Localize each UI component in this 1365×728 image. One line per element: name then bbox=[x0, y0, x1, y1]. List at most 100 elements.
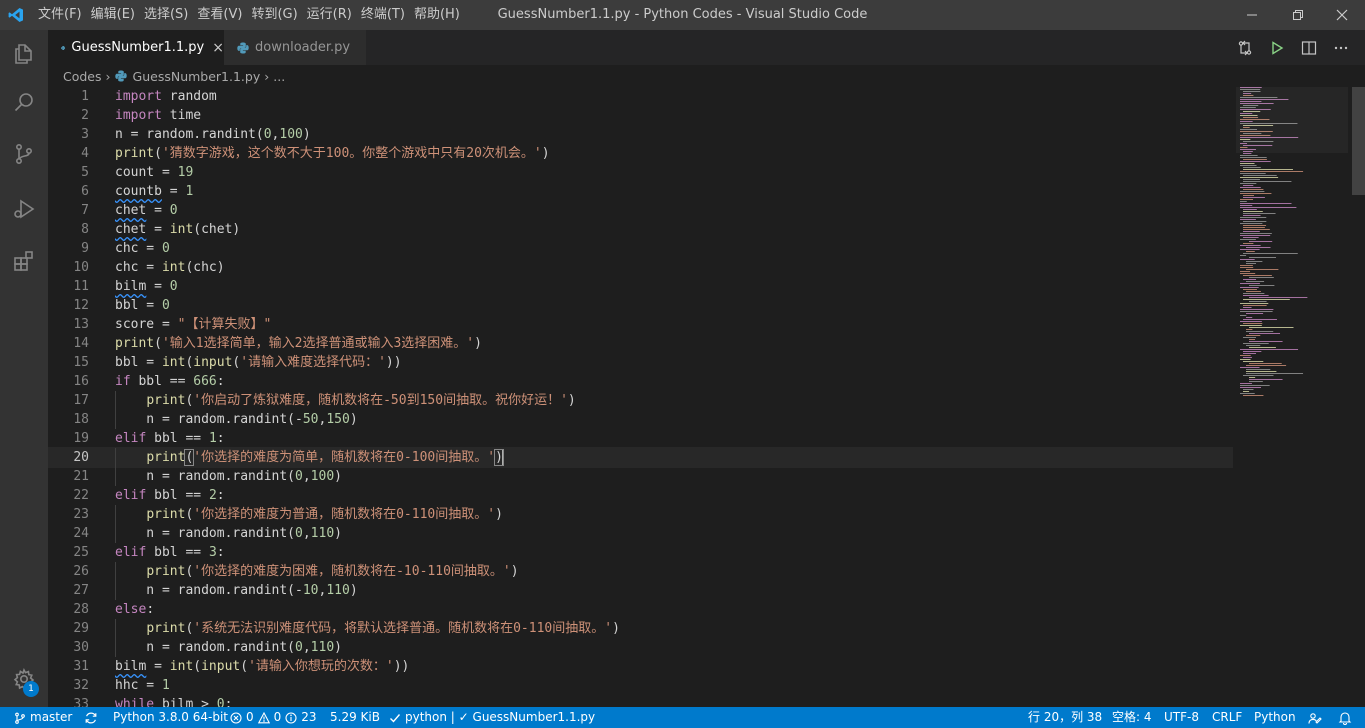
close-tab-icon[interactable]: × bbox=[212, 40, 224, 56]
minimap-line bbox=[1243, 225, 1267, 226]
tab-guessnumber[interactable]: GuessNumber1.1.py × bbox=[48, 30, 224, 65]
restore-button[interactable] bbox=[1275, 0, 1321, 30]
feedback-button[interactable] bbox=[1308, 707, 1326, 728]
python-file-icon bbox=[61, 45, 66, 50]
menu-item[interactable]: 文件(F) bbox=[34, 0, 86, 30]
code-line[interactable]: 16 if bbl == 666: bbox=[48, 372, 1233, 391]
code-line[interactable]: 9 chc = 0 bbox=[48, 239, 1233, 258]
minimap-line bbox=[1240, 271, 1251, 272]
python-interpreter-item[interactable]: Python 3.8.0 64-bit bbox=[113, 707, 228, 728]
menu-item[interactable]: 终端(T) bbox=[357, 0, 409, 30]
git-branch-item[interactable]: master bbox=[14, 707, 72, 728]
code-line[interactable]: 4 print('猜数字游戏，这个数不大于100。你整个游戏中只有20次机会。') bbox=[48, 144, 1233, 163]
minimap-line bbox=[1249, 327, 1294, 328]
run-debug-button[interactable] bbox=[0, 185, 48, 233]
minimap-line bbox=[1243, 153, 1252, 154]
minimap[interactable] bbox=[1236, 87, 1348, 707]
explorer-button[interactable] bbox=[0, 30, 48, 78]
code-line[interactable]: 18 n = random.randint(-50,150) bbox=[48, 410, 1233, 429]
eol-item[interactable]: CRLF bbox=[1212, 707, 1242, 728]
scrollbar-thumb[interactable] bbox=[1352, 87, 1365, 195]
encoding-item[interactable]: UTF-8 bbox=[1164, 707, 1199, 728]
code-line[interactable]: 14 print('输入1选择简单，输入2选择普通或输入3选择困难。') bbox=[48, 334, 1233, 353]
minimap-viewport[interactable] bbox=[1236, 87, 1348, 153]
breadcrumb-symbols[interactable]: ... bbox=[273, 69, 285, 84]
minimap-line bbox=[1249, 379, 1283, 380]
language-mode-item[interactable]: Python bbox=[1254, 707, 1296, 728]
source-control-button[interactable] bbox=[0, 130, 48, 178]
code-line[interactable]: 28 else: bbox=[48, 600, 1233, 619]
feedback-icon bbox=[1308, 712, 1322, 724]
code-line[interactable]: 12 bbl = 0 bbox=[48, 296, 1233, 315]
code-line[interactable]: 29 print('系统无法识别难度代码，将默认选择普通。随机数将在0-110间… bbox=[48, 619, 1233, 638]
code-line[interactable]: 2 import time bbox=[48, 106, 1233, 125]
menu-item[interactable]: 转到(G) bbox=[247, 0, 301, 30]
code-line[interactable]: 33 while bilm > 0: bbox=[48, 695, 1233, 707]
cursor-position-item[interactable]: 行 20，列 38 bbox=[1028, 707, 1102, 728]
minimap-line bbox=[1243, 211, 1263, 212]
code-line[interactable]: 30 n = random.randint(0,110) bbox=[48, 638, 1233, 657]
vscode-logo-icon bbox=[8, 8, 23, 22]
tab-downloader[interactable]: downloader.py bbox=[224, 30, 366, 65]
notifications-button[interactable] bbox=[1338, 707, 1356, 728]
close-window-button[interactable] bbox=[1319, 0, 1365, 30]
line-number: 9 bbox=[81, 241, 89, 256]
problems-item[interactable]: 0 0 23 bbox=[230, 707, 317, 728]
code-line[interactable]: 31 bilm = int(input('请输入你想玩的次数：')) bbox=[48, 657, 1233, 676]
line-number: 33 bbox=[73, 697, 89, 707]
minimap-line bbox=[1240, 309, 1274, 310]
search-button[interactable] bbox=[0, 78, 48, 126]
line-code: hhc = 1 bbox=[115, 678, 170, 693]
breadcrumb-file[interactable]: GuessNumber1.1.py bbox=[133, 69, 261, 84]
line-code: n = random.randint(-50,150) bbox=[115, 412, 358, 427]
linter-label: python | ✓ GuessNumber1.1.py bbox=[405, 710, 596, 724]
code-line[interactable]: 13 score = "【计算失败】" bbox=[48, 315, 1233, 334]
menu-item[interactable]: 查看(V) bbox=[193, 0, 246, 30]
code-line[interactable]: 8 chet = int(chet) bbox=[48, 220, 1233, 239]
menu-item[interactable]: 选择(S) bbox=[140, 0, 192, 30]
sync-button[interactable] bbox=[84, 707, 102, 728]
more-actions-button[interactable] bbox=[1331, 38, 1351, 58]
line-number: 6 bbox=[81, 184, 89, 199]
code-line[interactable]: 26 print('你选择的难度为困难，随机数将在-10-110间抽取。') bbox=[48, 562, 1233, 581]
code-line[interactable]: 24 n = random.randint(0,110) bbox=[48, 524, 1233, 543]
code-editor[interactable]: 1 import random 2 import time 3 n = random.ra… bbox=[48, 87, 1233, 707]
extensions-button[interactable] bbox=[0, 237, 48, 285]
split-editor-button[interactable] bbox=[1299, 38, 1319, 58]
code-line[interactable]: 15 bbl = int(input('请输入难度选择代码：')) bbox=[48, 353, 1233, 372]
code-line[interactable]: 5 count = 19 bbox=[48, 163, 1233, 182]
minimap-line bbox=[1240, 367, 1260, 368]
code-line[interactable]: 32 hhc = 1 bbox=[48, 676, 1233, 695]
code-line[interactable]: 1 import random bbox=[48, 87, 1233, 106]
menu-item[interactable]: 运行(R) bbox=[303, 0, 356, 30]
code-line[interactable]: 27 n = random.randint(-10,110) bbox=[48, 581, 1233, 600]
run-python-file-button[interactable] bbox=[1267, 38, 1287, 58]
code-line[interactable]: 7 chet = 0 bbox=[48, 201, 1233, 220]
menu-item[interactable]: 编辑(E) bbox=[87, 0, 139, 30]
code-line[interactable]: 6 countb = 1 bbox=[48, 182, 1233, 201]
breadcrumb-folder[interactable]: Codes bbox=[63, 69, 102, 84]
code-line[interactable]: 25 elif bbl == 3: bbox=[48, 543, 1233, 562]
minimap-line bbox=[1240, 283, 1260, 284]
code-line[interactable]: 10 chc = int(chc) bbox=[48, 258, 1233, 277]
manage-button[interactable]: 1 bbox=[0, 655, 48, 703]
open-changes-button[interactable] bbox=[1235, 38, 1255, 58]
minimap-line bbox=[1240, 255, 1247, 256]
warning-icon bbox=[257, 711, 270, 723]
linter-item[interactable]: python | ✓ GuessNumber1.1.py bbox=[389, 707, 595, 728]
code-line[interactable]: 23 print('你选择的难度为普通，随机数将在0-110间抽取。') bbox=[48, 505, 1233, 524]
code-line[interactable]: 17 print('你启动了炼狱难度，随机数将在-50到150间抽取。祝你好运！… bbox=[48, 391, 1233, 410]
code-line[interactable]: 3 n = random.randint(0,100) bbox=[48, 125, 1233, 144]
code-line[interactable]: 22 elif bbl == 2: bbox=[48, 486, 1233, 505]
indentation-item[interactable]: 空格: 4 bbox=[1112, 707, 1152, 728]
menu-item[interactable]: 帮助(H) bbox=[410, 0, 464, 30]
minimize-button[interactable] bbox=[1229, 0, 1275, 30]
code-line[interactable]: 21 n = random.randint(0,100) bbox=[48, 467, 1233, 486]
code-line[interactable]: 11 bilm = 0 bbox=[48, 277, 1233, 296]
activity-bar: 1 bbox=[0, 30, 48, 707]
minimap-line bbox=[1240, 223, 1263, 224]
code-line[interactable]: 20 print('你选择的难度为简单，随机数将在0-100间抽取。') bbox=[48, 447, 1233, 468]
info-count: 23 bbox=[301, 710, 317, 724]
code-line[interactable]: 19 elif bbl == 1: bbox=[48, 429, 1233, 448]
line-number: 22 bbox=[73, 488, 89, 503]
